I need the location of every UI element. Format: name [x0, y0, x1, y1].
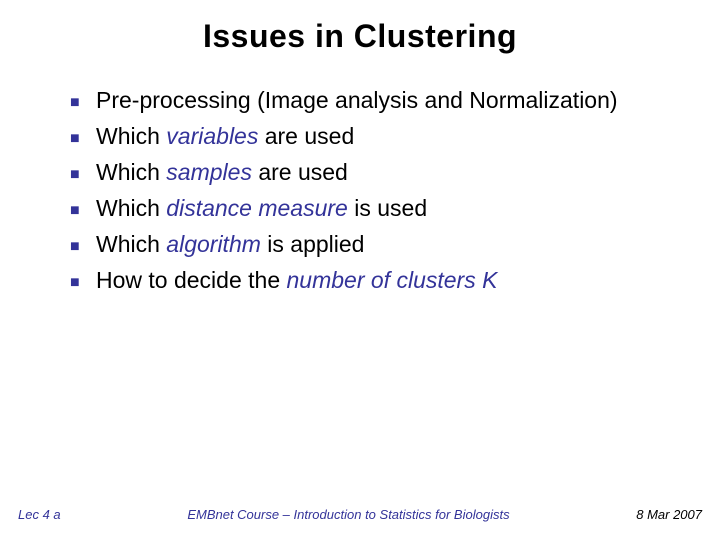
footer-right: 8 Mar 2007	[636, 507, 702, 522]
list-item-text: Which samples are used	[96, 155, 670, 189]
bullet-icon: ■	[68, 83, 96, 115]
list-item: ■ Which variables are used	[68, 119, 670, 153]
list-item: ■ Which samples are used	[68, 155, 670, 189]
slide-title: Issues in Clustering	[0, 0, 720, 55]
footer-left: Lec 4 a	[18, 507, 61, 522]
list-item-text: Pre-processing (Image analysis and Norma…	[96, 83, 670, 117]
list-item-text: Which algorithm is applied	[96, 227, 670, 261]
list-item-text: Which distance measure is used	[96, 191, 670, 225]
bullet-icon: ■	[68, 155, 96, 187]
list-item: ■ Which algorithm is applied	[68, 227, 670, 261]
list-item: ■ Which distance measure is used	[68, 191, 670, 225]
bullet-list: ■ Pre-processing (Image analysis and Nor…	[0, 55, 720, 297]
list-item-text: Which variables are used	[96, 119, 670, 153]
list-item-text: How to decide the number of clusters K	[96, 263, 670, 297]
bullet-icon: ■	[68, 263, 96, 295]
list-item: ■ Pre-processing (Image analysis and Nor…	[68, 83, 670, 117]
footer-center: EMBnet Course – Introduction to Statisti…	[61, 507, 637, 522]
footer: Lec 4 a EMBnet Course – Introduction to …	[0, 507, 720, 522]
list-item: ■ How to decide the number of clusters K	[68, 263, 670, 297]
bullet-icon: ■	[68, 191, 96, 223]
bullet-icon: ■	[68, 119, 96, 151]
slide: Issues in Clustering ■ Pre-processing (I…	[0, 0, 720, 540]
bullet-icon: ■	[68, 227, 96, 259]
